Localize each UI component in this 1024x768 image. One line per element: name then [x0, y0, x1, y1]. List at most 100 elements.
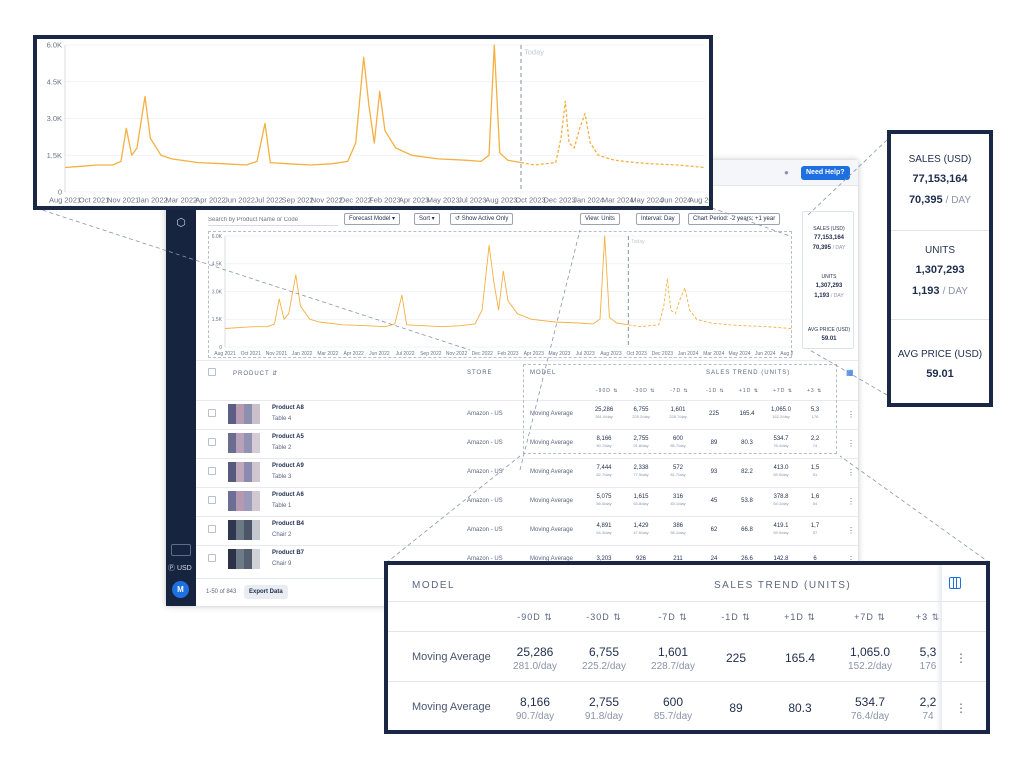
row-menu-icon[interactable]: ⋮	[847, 439, 855, 448]
x-tick-label: Feb 2023	[369, 196, 401, 205]
bell-icon[interactable]: ●	[784, 168, 789, 177]
product-variant: Table 3	[272, 474, 292, 480]
product-column-header[interactable]: PRODUCT ⇵	[233, 370, 278, 377]
x-tick-label: Jan 2022	[292, 351, 313, 357]
zoom-trend-subheader[interactable]: -7D ⇅	[643, 612, 703, 623]
y-tick-label: 3.0K	[47, 114, 62, 123]
need-help-button[interactable]: Need Help?	[801, 166, 850, 180]
avg-price-stat-group: AVG PRICE (USD) 59.01	[891, 349, 989, 380]
zoom-trend-subheader[interactable]: -30D ⇅	[574, 612, 634, 623]
product-variant: Table 2	[272, 445, 292, 451]
trend-cell: 4,891 54.3/day	[596, 523, 612, 535]
export-data-button[interactable]: Export Data	[244, 585, 288, 599]
product-name[interactable]: Product A9	[272, 463, 304, 469]
product-thumbnail	[228, 520, 260, 540]
columns-icon[interactable]	[949, 577, 961, 589]
x-tick-label: Mar 2022	[166, 196, 198, 205]
avatar[interactable]: M	[172, 581, 189, 598]
zoom-row-menu-icon[interactable]: ⋮	[955, 651, 967, 665]
currency-selector[interactable]: Ⓟ USD	[168, 563, 196, 573]
table-row[interactable]: Product B4 Chair 2 Amazon - US Moving Avera…	[196, 516, 858, 545]
row-menu-icon[interactable]: ⋮	[847, 497, 855, 506]
x-tick-label: Jun 2022	[224, 196, 255, 205]
x-tick-label: Jan 2022	[137, 196, 168, 205]
forecast-model-label: Forecast Model	[349, 216, 391, 222]
row-menu-icon[interactable]: ⋮	[847, 468, 855, 477]
product-name[interactable]: Product A5	[272, 434, 304, 440]
show-active-label: Show Active Only	[461, 216, 509, 222]
zoom-row-menu-icon[interactable]: ⋮	[955, 701, 967, 715]
cube-icon[interactable]: ⬡	[175, 217, 187, 229]
zoom-trend-subheader[interactable]: -1D ⇅	[706, 612, 766, 623]
x-tick-label: Nov 2021	[107, 196, 139, 205]
columns-icon[interactable]: ▦	[846, 368, 855, 377]
x-tick-label: Sep 2022	[282, 196, 314, 205]
x-tick-label: Jul 2022	[396, 351, 415, 357]
table-row[interactable]: Product A9 Table 3 Amazon - US Moving Avera…	[196, 458, 858, 487]
x-tick-label: Jun 2024	[755, 351, 776, 357]
forecast-model: Moving Average	[530, 498, 573, 504]
mini-sales-day-value: 70,395	[812, 245, 831, 251]
trend-cell: 53.8	[741, 498, 753, 504]
zoom-trend-subheader[interactable]: +3 ⇅	[898, 612, 958, 623]
row-checkbox[interactable]	[208, 554, 216, 562]
forecast-series-line	[520, 100, 706, 169]
zoom-trend-cell: 2,2 74	[919, 695, 937, 722]
product-name[interactable]: Product A6	[272, 492, 304, 498]
chart-period-button[interactable]: Chart Period: -2 years; +1 year	[688, 213, 781, 225]
zoom-trend-subheader[interactable]: +7D ⇅	[840, 612, 900, 623]
zoom-trend-cell: 1,065.0 152.2/day	[848, 645, 892, 672]
row-checkbox[interactable]	[208, 409, 216, 417]
view-units-button[interactable]: View: Units	[580, 213, 620, 225]
forecast-series-line	[628, 278, 792, 329]
product-name[interactable]: Product B7	[272, 550, 304, 556]
search-input[interactable]	[208, 214, 338, 226]
table-row[interactable]: Product A6 Table 1 Amazon - US Moving Avera…	[196, 487, 858, 516]
x-tick-label: Dec 2022	[472, 351, 494, 357]
y-tick-label: 4.5K	[47, 77, 62, 86]
x-tick-label: Dec 2023	[543, 196, 575, 205]
x-tick-label: Oct 2023	[515, 196, 545, 205]
sort-dropdown[interactable]: Sort ▾	[414, 213, 440, 225]
row-checkbox[interactable]	[208, 525, 216, 533]
interval-button[interactable]: Interval: Day	[636, 213, 680, 225]
units-per-day: 1,193 / DAY	[891, 285, 989, 297]
show-active-only-button[interactable]: ↺ Show Active Only	[450, 213, 514, 225]
zoom-subheader-divider	[388, 631, 986, 632]
zoom-trend-subheader[interactable]: +1D ⇅	[770, 612, 830, 623]
row-menu-icon[interactable]: ⋮	[847, 526, 855, 535]
x-tick-label: Jul 2023	[576, 351, 595, 357]
y-tick-label: 1.5K	[212, 317, 223, 323]
select-all-checkbox[interactable]	[208, 368, 216, 376]
zoom-model-header[interactable]: MODEL	[412, 580, 455, 591]
x-tick-label: Oct 2021	[241, 351, 262, 357]
product-name[interactable]: Product B4	[272, 521, 304, 527]
forecast-model-dropdown[interactable]: Forecast Model ▾	[344, 213, 401, 225]
row-checkbox[interactable]	[208, 496, 216, 504]
zoom-trend-subheader[interactable]: -90D ⇅	[505, 612, 565, 623]
units-label: UNITS	[925, 245, 955, 256]
row-menu-icon[interactable]: ⋮	[847, 410, 855, 419]
store-column-header[interactable]: STORE	[467, 370, 493, 376]
mini-sales-chart: 0 1.5K 3.0K 4.5K 6.0K Aug 2021 Oct 2021 Nov 202…	[208, 231, 802, 358]
zoom-row-divider	[388, 681, 986, 682]
product-variant: Table 4	[272, 416, 292, 422]
trend-cell: 386 55.1/day	[670, 523, 686, 535]
row-checkbox[interactable]	[208, 467, 216, 475]
y-tick-label: 6.0K	[212, 234, 223, 240]
product-name[interactable]: Product A8	[272, 405, 304, 411]
row-checkbox[interactable]	[208, 438, 216, 446]
screenshot-stage: ⬡ Ⓟ USD M ● Need Help? Forecast Model ▾ …	[0, 0, 1024, 768]
y-tick-label: 4.5K	[212, 262, 223, 268]
zoom-trend-cell: 89	[729, 701, 743, 715]
zoomed-sales-chart: 0 1.5K 3.0K 4.5K 6.0K Aug 2021 Oct 2021 Nov 202…	[33, 35, 721, 210]
product-variant: Table 1	[272, 503, 292, 509]
zoom-trend-cell: 165.4	[784, 651, 816, 665]
mini-units-total: 1,307,293	[815, 283, 843, 289]
x-tick-label: Jun 2022	[369, 351, 390, 357]
zoomed-sales-trend-table: MODEL SALES TREND (UNITS) -90D ⇅ -30D ⇅ -7…	[384, 561, 990, 734]
sidebar-toggle[interactable]	[171, 544, 191, 556]
product-variant: Chair 2	[272, 532, 292, 538]
trend-cell: 93	[710, 469, 718, 475]
y-tick-label: 3.0K	[212, 289, 223, 295]
